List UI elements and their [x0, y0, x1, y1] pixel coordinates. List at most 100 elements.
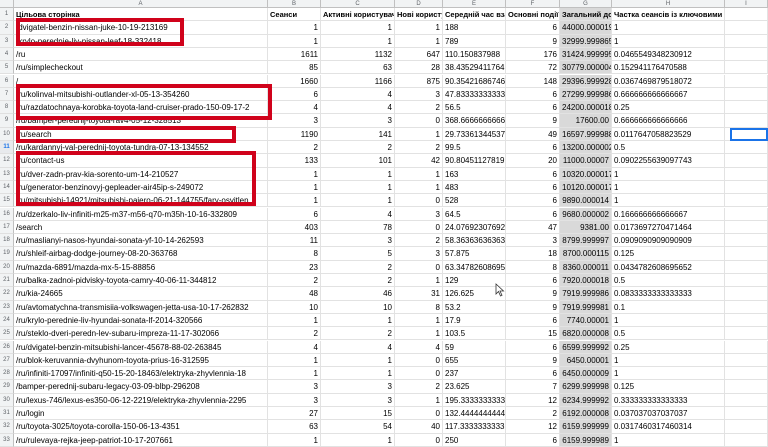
header-cell[interactable]: Цільова сторінка — [14, 8, 268, 22]
data-cell[interactable]: 2 — [395, 234, 443, 248]
row-header-26[interactable]: 26 — [0, 340, 14, 354]
data-cell[interactable]: 0 — [395, 194, 443, 208]
data-cell[interactable]: 1 — [612, 353, 725, 368]
data-cell[interactable]: 5 — [321, 247, 395, 261]
column-header-f[interactable]: F — [506, 0, 560, 8]
row-header-9[interactable]: 9 — [0, 114, 14, 128]
data-cell[interactable]: 54 — [321, 420, 395, 434]
column-header-g[interactable]: G — [560, 0, 612, 8]
header-cell[interactable]: Активні користувачі — [321, 8, 395, 22]
data-cell[interactable]: 163 — [443, 167, 506, 181]
data-cell[interactable]: 0.0317460317460314 — [612, 420, 725, 434]
data-cell[interactable]: /krylo-perednie-liv-nissan-leaf-18-33241… — [14, 34, 268, 48]
data-cell[interactable]: 188 — [443, 21, 506, 35]
data-cell[interactable]: 0.0465549348230912 — [612, 47, 725, 62]
data-cell[interactable]: /ru/search — [14, 127, 268, 141]
data-cell[interactable]: 0.25 — [612, 101, 725, 115]
data-cell[interactable]: 8 — [268, 247, 321, 261]
data-cell[interactable]: 7740.00001 — [560, 313, 612, 328]
data-cell[interactable]: 368.66666666666 — [443, 114, 506, 128]
data-cell[interactable]: 17.9 — [443, 313, 506, 328]
data-cell[interactable]: 195.3333333333 — [443, 393, 506, 407]
data-cell[interactable]: 0.152941176470588 — [612, 61, 725, 75]
data-cell[interactable] — [725, 353, 768, 368]
data-cell[interactable]: 1 — [268, 34, 321, 48]
row-header-24[interactable]: 24 — [0, 313, 14, 328]
data-cell[interactable]: 64.5 — [443, 207, 506, 221]
data-cell[interactable]: 148 — [506, 74, 560, 88]
data-cell[interactable]: 1 — [321, 367, 395, 381]
data-cell[interactable]: /ru/kardannyj-val-perednij-toyota-tundra… — [14, 141, 268, 155]
data-cell[interactable]: 6 — [506, 194, 560, 208]
data-cell[interactable]: 1 — [395, 167, 443, 181]
data-cell[interactable]: 0.125 — [612, 247, 725, 261]
data-cell[interactable]: 18 — [506, 247, 560, 261]
data-cell[interactable]: 31424.999995 — [560, 47, 612, 62]
data-cell[interactable]: 1 — [268, 180, 321, 195]
data-cell[interactable]: /ru/simplecheckout — [14, 61, 268, 75]
data-cell[interactable]: 0.0909090909090909 — [612, 234, 725, 248]
data-cell[interactable]: 46 — [321, 287, 395, 301]
data-cell[interactable]: /ru/razdatochnaya-korobka-toyota-land-cr… — [14, 101, 268, 115]
data-cell[interactable]: 48 — [268, 287, 321, 301]
data-cell[interactable]: 16597.999988 — [560, 127, 612, 141]
data-cell[interactable]: /ru/generator-benzinovyj-gepleader-air45… — [14, 180, 268, 195]
data-cell[interactable]: 3 — [395, 247, 443, 261]
row-header-28[interactable]: 28 — [0, 367, 14, 381]
data-cell[interactable]: 1 — [321, 433, 395, 447]
data-cell[interactable]: 1 — [268, 313, 321, 328]
data-cell[interactable]: 6192.000008 — [560, 407, 612, 421]
data-cell[interactable]: 2 — [395, 101, 443, 115]
column-header-b[interactable]: B — [268, 0, 321, 8]
data-cell[interactable]: 11 — [268, 234, 321, 248]
data-cell[interactable]: 99.5 — [443, 141, 506, 155]
row-header-5[interactable]: 5 — [0, 61, 14, 75]
data-cell[interactable]: 2 — [395, 380, 443, 394]
data-cell[interactable]: 789 — [443, 34, 506, 48]
data-cell[interactable]: 101 — [321, 154, 395, 168]
data-cell[interactable]: 7919.999986 — [560, 287, 612, 301]
data-cell[interactable]: 0.0117647058823529 — [612, 127, 725, 141]
data-cell[interactable]: 103.5 — [443, 327, 506, 341]
row-header-29[interactable]: 29 — [0, 380, 14, 394]
data-cell[interactable]: 9381.00 — [560, 220, 612, 235]
column-header-i[interactable]: I — [725, 0, 768, 8]
data-cell[interactable] — [725, 194, 768, 208]
row-header-2[interactable]: 2 — [0, 21, 14, 35]
data-cell[interactable]: 58.36363636363 — [443, 234, 506, 248]
data-cell[interactable]: /ru/lexus-746/lexus-es350-06-12-2219/ele… — [14, 393, 268, 407]
data-cell[interactable]: 110.150837988 — [443, 47, 506, 62]
data-cell[interactable]: /ru/balka-zadnoi-pidvisky-toyota-camry-4… — [14, 274, 268, 288]
data-cell[interactable] — [725, 247, 768, 261]
data-cell[interactable]: 38.43529411764 — [443, 61, 506, 75]
data-cell[interactable]: 528 — [443, 194, 506, 208]
data-cell[interactable]: 23 — [268, 260, 321, 274]
row-header-21[interactable]: 21 — [0, 274, 14, 288]
data-cell[interactable]: 1660 — [268, 74, 321, 88]
data-cell[interactable]: 6 — [506, 167, 560, 181]
row-header-30[interactable]: 30 — [0, 393, 14, 407]
data-cell[interactable] — [725, 167, 768, 181]
data-cell[interactable] — [725, 393, 768, 407]
row-header-8[interactable]: 8 — [0, 101, 14, 115]
data-cell[interactable]: 6450.00001 — [560, 353, 612, 368]
data-cell[interactable]: 3 — [321, 393, 395, 407]
data-cell[interactable]: 15 — [321, 407, 395, 421]
data-cell[interactable]: 0 — [395, 220, 443, 235]
data-cell[interactable]: 0.125 — [612, 380, 725, 394]
data-cell[interactable]: 0.037037037037037 — [612, 407, 725, 421]
data-cell[interactable]: 63 — [321, 61, 395, 75]
data-cell[interactable]: 4 — [321, 87, 395, 102]
data-cell[interactable]: 3 — [321, 234, 395, 248]
data-cell[interactable]: 8 — [395, 300, 443, 314]
data-cell[interactable]: 3 — [506, 234, 560, 248]
row-header-16[interactable]: 16 — [0, 207, 14, 221]
data-cell[interactable]: /ru/bamper-perednij-toyota-rav4-05-12-32… — [14, 114, 268, 128]
data-cell[interactable]: 1 — [395, 127, 443, 141]
data-cell[interactable]: 6 — [506, 21, 560, 35]
data-cell[interactable]: 56.5 — [443, 101, 506, 115]
data-cell[interactable]: 6 — [268, 207, 321, 221]
data-cell[interactable]: 63 — [268, 420, 321, 434]
data-cell[interactable]: 1 — [612, 21, 725, 35]
data-cell[interactable]: 1 — [268, 167, 321, 181]
